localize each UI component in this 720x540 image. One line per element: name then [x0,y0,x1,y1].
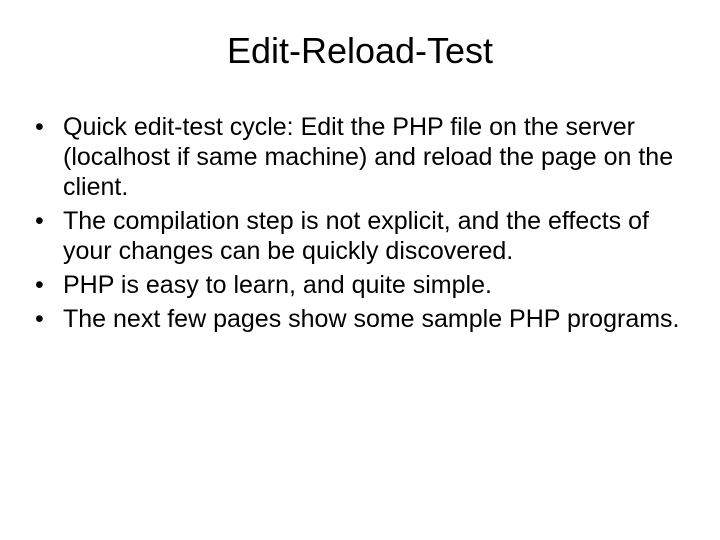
list-item: Quick edit-test cycle: Edit the PHP file… [35,112,700,202]
list-item: The compilation step is not explicit, an… [35,206,700,266]
list-item: The next few pages show some sample PHP … [35,304,700,334]
slide-title: Edit-Reload-Test [20,30,700,72]
list-item: PHP is easy to learn, and quite simple. [35,270,700,300]
bullet-list: Quick edit-test cycle: Edit the PHP file… [20,112,700,334]
